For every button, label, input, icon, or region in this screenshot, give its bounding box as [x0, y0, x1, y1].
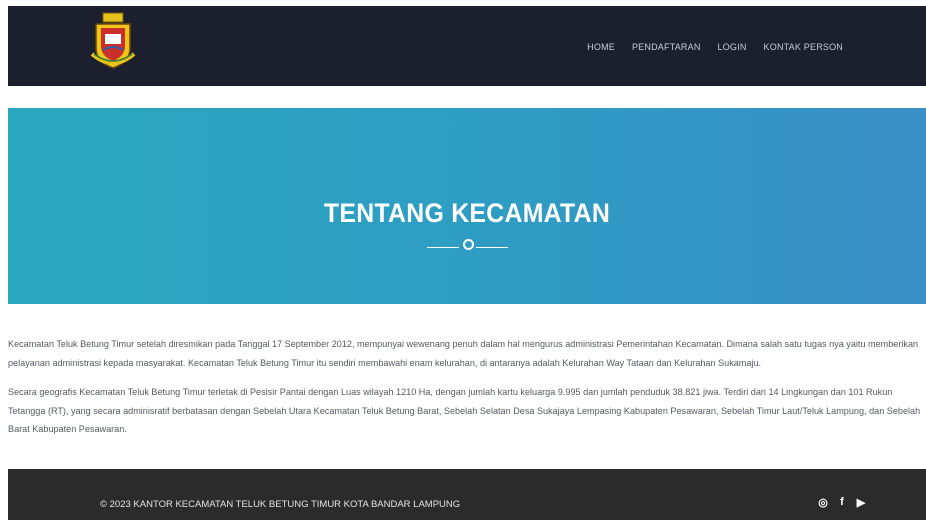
navbar: HOME PENDAFTARAN LOGIN KONTAK PERSON	[8, 6, 926, 86]
copyright-text: © 2023 KANTOR KECAMATAN TELUK BETUNG TIM…	[100, 499, 461, 510]
instagram-icon[interactable]: ◎	[818, 496, 828, 509]
nav-login-link[interactable]: LOGIN	[718, 42, 747, 52]
facebook-icon[interactable]: f	[837, 496, 847, 509]
social-links: ◎ f ▶	[818, 496, 866, 509]
footer: © 2023 KANTOR KECAMATAN TELUK BETUNG TIM…	[8, 469, 926, 520]
nav-pendaftaran-link[interactable]: PENDAFTARAN	[632, 42, 701, 52]
title-divider-right	[476, 247, 508, 248]
about-paragraph: Kecamatan Teluk Betung Timur setelah dir…	[8, 339, 919, 368]
title-divider-left	[427, 247, 459, 248]
about-content: Kecamatan Teluk Betung Timur setelah dir…	[8, 335, 926, 450]
nav-home-link[interactable]: HOME	[587, 42, 615, 52]
hero-banner: TENTANG KECAMATAN	[8, 108, 926, 304]
main-navigation: HOME PENDAFTARAN LOGIN KONTAK PERSON	[570, 42, 843, 52]
page-title: TENTANG KECAMATAN	[323, 198, 611, 228]
about-paragraph: Secara geografis Kecamatan Teluk Betung …	[8, 387, 921, 434]
youtube-icon[interactable]: ▶	[856, 496, 866, 509]
city-emblem-icon[interactable]	[90, 10, 136, 72]
nav-kontak-person-link[interactable]: KONTAK PERSON	[764, 42, 843, 52]
title-divider-circle-icon	[463, 239, 474, 250]
